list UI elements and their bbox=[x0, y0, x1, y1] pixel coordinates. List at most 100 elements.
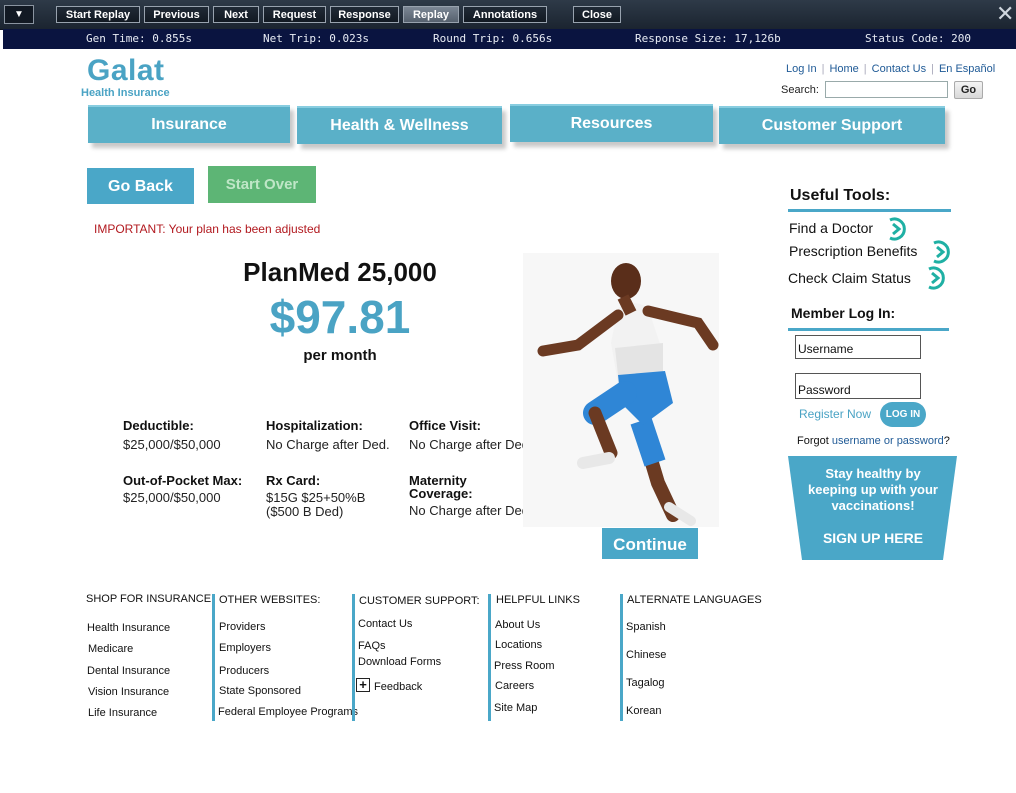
nav-insurance[interactable]: Insurance bbox=[88, 105, 290, 143]
footer-link[interactable]: State Sponsored bbox=[219, 685, 301, 697]
detail-out-of-pocket: Out-of-Pocket Max: $25,000/$50,000 bbox=[123, 474, 248, 505]
tools-divider bbox=[788, 209, 951, 212]
start-replay-button[interactable]: Start Replay bbox=[56, 6, 140, 23]
footer-divider bbox=[352, 594, 355, 721]
footer-link[interactable]: Vision Insurance bbox=[88, 686, 169, 698]
detail-value: $25,000/$50,000 bbox=[123, 490, 221, 505]
forgot-suffix: ? bbox=[943, 435, 950, 447]
promo-text: Stay healthy by keeping up with your vac… bbox=[807, 466, 938, 513]
footer-link[interactable]: Site Map bbox=[494, 702, 537, 714]
check-claim-link[interactable]: Check Claim Status bbox=[788, 270, 911, 286]
gen-time: Gen Time: 0.855s bbox=[86, 32, 192, 45]
response-size: Response Size: 17,126b bbox=[635, 32, 781, 45]
search-label: Search: bbox=[781, 84, 819, 96]
detail-label: Hospitalization: bbox=[266, 418, 363, 433]
footer-link[interactable]: Chinese bbox=[626, 649, 666, 661]
net-trip: Net Trip: 0.023s bbox=[263, 32, 369, 45]
response-button[interactable]: Response bbox=[330, 6, 399, 23]
forgot-password-link[interactable]: password bbox=[897, 435, 944, 447]
close-button[interactable]: Close bbox=[573, 6, 621, 23]
footer-link[interactable]: Tagalog bbox=[626, 677, 665, 689]
footer-divider bbox=[620, 594, 623, 721]
promo-signup-link[interactable]: SIGN UP HERE bbox=[800, 530, 946, 546]
prescription-benefits-link[interactable]: Prescription Benefits bbox=[789, 243, 917, 259]
footer-link[interactable]: Health Insurance bbox=[87, 622, 170, 634]
forgot-credentials: Forgot username or password? bbox=[797, 435, 950, 447]
footer-link[interactable]: Press Room bbox=[494, 660, 555, 672]
next-button[interactable]: Next bbox=[213, 6, 259, 23]
detail-label: Out-of-Pocket Max: bbox=[123, 473, 243, 488]
login-link[interactable]: Log In bbox=[786, 63, 817, 75]
search-go-button[interactable]: Go bbox=[954, 81, 983, 99]
stats-bar: Gen Time: 0.855s Net Trip: 0.023s Round … bbox=[3, 29, 1016, 49]
footer-link[interactable]: Locations bbox=[495, 639, 542, 651]
close-x-icon[interactable]: ✕ bbox=[996, 3, 1014, 25]
footer-link[interactable]: Dental Insurance bbox=[87, 665, 170, 677]
detail-hospitalization: Hospitalization: No Charge after Ded. bbox=[266, 419, 404, 452]
replay-button[interactable]: Replay bbox=[403, 6, 459, 23]
search-input[interactable] bbox=[825, 81, 948, 98]
arrow-right-icon[interactable] bbox=[884, 217, 908, 246]
footer-link[interactable]: Life Insurance bbox=[88, 707, 157, 719]
member-login-title: Member Log In: bbox=[791, 305, 896, 321]
footer-link[interactable]: Contact Us bbox=[358, 618, 412, 630]
nav-resources[interactable]: Resources bbox=[510, 104, 713, 142]
footer-link[interactable]: Download Forms bbox=[358, 656, 441, 668]
detail-label: Deductible: bbox=[123, 418, 194, 433]
continue-button[interactable]: Continue bbox=[602, 528, 698, 559]
plan-price: $97.81 bbox=[269, 291, 411, 343]
utility-links: Log In | Home | Contact Us | En Español bbox=[786, 63, 996, 75]
footer-link[interactable]: Employers bbox=[219, 642, 271, 654]
athlete-image bbox=[523, 253, 719, 527]
footer-link[interactable]: About Us bbox=[495, 619, 540, 631]
forgot-username-link[interactable]: username bbox=[832, 435, 881, 447]
plan-name: PlanMed 25,000 bbox=[243, 257, 437, 287]
detail-label: Rx Card: bbox=[266, 473, 321, 488]
annotations-button[interactable]: Annotations bbox=[463, 6, 547, 23]
logo-subtitle: Health Insurance bbox=[81, 87, 170, 99]
find-doctor-link[interactable]: Find a Doctor bbox=[789, 220, 873, 236]
footer-link[interactable]: FAQs bbox=[358, 640, 386, 652]
go-back-button[interactable]: Go Back bbox=[87, 168, 194, 204]
previous-button[interactable]: Previous bbox=[144, 6, 209, 23]
request-button[interactable]: Request bbox=[263, 6, 326, 23]
espanol-link[interactable]: En Español bbox=[939, 63, 995, 75]
plan-period: per month bbox=[303, 347, 377, 364]
detail-value: No Charge after Ded. bbox=[266, 437, 390, 452]
arrow-right-icon[interactable] bbox=[923, 266, 947, 295]
username-field[interactable]: Username bbox=[795, 335, 921, 359]
footer-link[interactable]: Feedback bbox=[374, 681, 422, 693]
footer-link[interactable]: Spanish bbox=[626, 621, 666, 633]
footer-link[interactable]: Korean bbox=[626, 705, 661, 717]
login-button[interactable]: LOG IN bbox=[880, 402, 926, 427]
footer-link[interactable]: Careers bbox=[495, 680, 534, 692]
footer-link[interactable]: Producers bbox=[219, 665, 269, 677]
forgot-prefix: Forgot bbox=[797, 435, 829, 447]
start-over-button[interactable]: Start Over bbox=[208, 166, 316, 203]
arrow-right-icon[interactable] bbox=[928, 240, 952, 269]
footer-link[interactable]: Providers bbox=[219, 621, 265, 633]
footer-divider bbox=[212, 594, 215, 721]
logo-name[interactable]: Galat bbox=[87, 54, 165, 88]
register-link[interactable]: Register Now bbox=[799, 407, 871, 421]
footer-link[interactable]: Medicare bbox=[88, 643, 133, 655]
footer-helpful-heading: HELPFUL LINKS bbox=[496, 594, 580, 606]
nav-customer-support[interactable]: Customer Support bbox=[719, 106, 945, 144]
plus-icon[interactable]: + bbox=[356, 678, 370, 692]
status-code: Status Code: 200 bbox=[865, 32, 971, 45]
nav-health-wellness[interactable]: Health & Wellness bbox=[297, 106, 502, 144]
detail-value: $15G $25+50%B ($500 B Ded) bbox=[266, 490, 366, 519]
round-trip: Round Trip: 0.656s bbox=[433, 32, 553, 45]
contact-link[interactable]: Contact Us bbox=[872, 63, 926, 75]
footer-support-heading: CUSTOMER SUPPORT: bbox=[359, 595, 480, 607]
footer-shop-heading: SHOP FOR INSURANCE: bbox=[86, 593, 215, 605]
home-link[interactable]: Home bbox=[829, 63, 858, 75]
footer-other-heading: OTHER WEBSITES: bbox=[219, 594, 321, 606]
footer-link[interactable]: Federal Employee Programs bbox=[218, 706, 358, 718]
footer-languages-heading: ALTERNATE LANGUAGES bbox=[627, 594, 762, 606]
password-field[interactable]: Password bbox=[795, 373, 921, 399]
detail-deductible: Deductible: $25,000/$50,000 bbox=[123, 419, 258, 452]
plan-notice: IMPORTANT: Your plan has been adjusted bbox=[94, 222, 321, 236]
caret-down-icon[interactable]: ▼ bbox=[4, 5, 34, 24]
footer-divider bbox=[488, 594, 491, 721]
